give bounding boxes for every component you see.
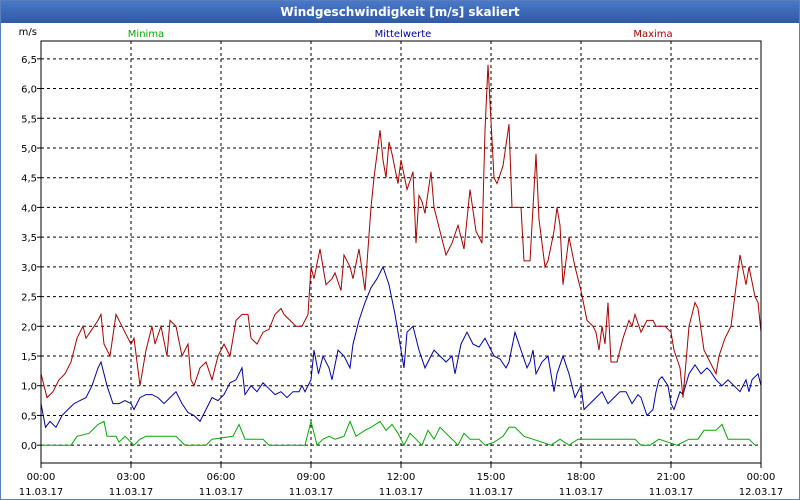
x-tick-date: 11.03.17 (649, 487, 694, 498)
x-tick-date: 11.03.17 (289, 487, 334, 498)
x-tick-date: 11.03.17 (19, 487, 64, 498)
x-tick-time: 00:00 (747, 472, 776, 483)
x-tick-date: 12.03.17 (739, 487, 784, 498)
x-tick-time: 15:00 (477, 472, 506, 483)
legend-label-minima: Minima (128, 29, 164, 40)
y-tick-label: 2,5 (21, 293, 37, 304)
x-axis-ticks: 00:00 11.03.17 03:00 11.03.17 06:00 11.03.17 0… (19, 463, 784, 498)
series-line-minima (41, 420, 756, 447)
x-tick-date: 11.03.17 (469, 487, 514, 498)
x-tick-time: 09:00 (297, 472, 326, 483)
y-axis-ticks: 0,0 0,5 1,0 1,5 2,0 2,5 3,0 3,5 4,0 4,5 5,0 5,5 6,0 6… (21, 55, 41, 452)
x-tick-time: 12:00 (387, 472, 416, 483)
y-tick-label: 6,5 (21, 55, 37, 66)
y-tick-label: 1,0 (21, 382, 37, 393)
x-tick-date: 11.03.17 (379, 487, 424, 498)
y-tick-label: 3,5 (21, 233, 37, 244)
y-axis-label: m/s (19, 27, 37, 38)
x-tick-date: 11.03.17 (199, 487, 244, 498)
y-tick-label: 2,0 (21, 322, 37, 333)
legend: Minima Mittelwerte Maxima (128, 29, 673, 40)
legend-label-mittelwerte: Mittelwerte (375, 29, 432, 40)
y-tick-label: 5,5 (21, 114, 37, 125)
x-tick-time: 18:00 (567, 472, 596, 483)
x-tick-time: 03:00 (117, 472, 146, 483)
x-tick-date: 11.03.17 (559, 487, 604, 498)
chart-title: Windgeschwindigkeit [m/s] skaliert (1, 1, 799, 23)
legend-label-maxima: Maxima (633, 29, 672, 40)
wind-speed-chart: 0,0 0,5 1,0 1,5 2,0 2,5 3,0 3,5 4,0 4,5 5,0 5,5 6,0 6… (19, 27, 784, 498)
y-tick-label: 5,0 (21, 144, 37, 155)
x-tick-date: 11.03.17 (109, 487, 154, 498)
chart-window: Windgeschwindigkeit [m/s] skaliert 0,0 0,… (0, 0, 800, 500)
grid-lines (41, 41, 761, 463)
y-tick-label: 4,0 (21, 203, 37, 214)
y-tick-label: 4,5 (21, 174, 37, 185)
y-tick-label: 3,0 (21, 263, 37, 274)
x-tick-time: 06:00 (207, 472, 236, 483)
y-tick-label: 1,5 (21, 352, 37, 363)
y-tick-label: 0,5 (21, 411, 37, 422)
x-tick-time: 00:00 (27, 472, 56, 483)
y-tick-label: 6,0 (21, 85, 37, 96)
y-tick-label: 0,0 (21, 441, 37, 452)
x-tick-time: 21:00 (657, 472, 686, 483)
